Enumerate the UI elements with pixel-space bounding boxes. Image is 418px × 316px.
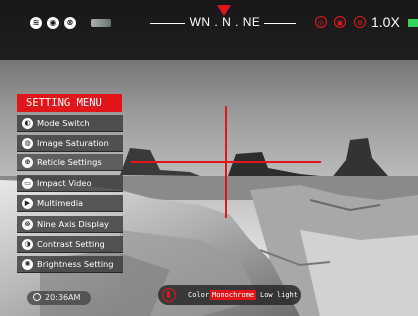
image-saturation-icon: ◍ — [22, 138, 33, 149]
wifi-icon[interactable]: ≋ — [30, 17, 42, 29]
reticle-icon: ⊕ — [22, 157, 33, 168]
top-status-bar: ≋ ◉ ⊗ WN . N . NE ◎ ▣ ⊙ 1.0X — [0, 0, 418, 40]
photo-red-icon[interactable]: ◎ — [315, 16, 327, 28]
record-icon[interactable]: ⊗ — [64, 17, 76, 29]
mode-switch-icon: ◐ — [22, 118, 33, 129]
time-display: 20:36AM — [27, 291, 91, 305]
impact-video-icon: ▭ — [22, 178, 33, 189]
menu-item-multimedia[interactable]: ▶ Multimedia — [17, 195, 123, 212]
menu-item-impact-video[interactable]: ▭ Impact Video — [17, 175, 123, 192]
settings-red-icon[interactable]: ⊙ — [354, 16, 366, 28]
zoom-level: 1.0X — [371, 14, 400, 30]
nine-axis-icon: ⊗ — [22, 219, 33, 230]
color-mode-option-monochrome[interactable]: Monochrome — [210, 290, 257, 300]
compass-line-right — [264, 23, 296, 24]
color-mode-option-low-light[interactable]: Low light — [258, 290, 300, 300]
color-mode-icon — [162, 288, 176, 302]
menu-item-label: Contrast Setting — [37, 239, 105, 249]
multimedia-icon: ▶ — [22, 198, 33, 209]
compass-heading: WN . N . NE — [189, 15, 261, 29]
battery-level-icon — [408, 19, 418, 27]
menu-item-label: Nine Axis Display — [37, 219, 109, 229]
menu-item-reticle-settings[interactable]: ⊕ Reticle Settings — [17, 154, 123, 171]
time-text: 20:36AM — [45, 293, 81, 302]
contrast-icon: ◑ — [22, 239, 33, 250]
color-mode-option-color[interactable]: Color — [186, 290, 211, 300]
menu-item-label: Mode Switch — [37, 118, 90, 128]
menu-item-contrast-setting[interactable]: ◑ Contrast Setting — [17, 236, 123, 253]
compass-line-left — [150, 23, 185, 24]
menu-item-mode-switch[interactable]: ◐ Mode Switch — [17, 115, 123, 132]
menu-item-label: Brightness Setting — [37, 259, 114, 269]
menu-item-label: Reticle Settings — [37, 157, 102, 167]
brightness-icon: ✺ — [22, 259, 33, 270]
setting-menu-title: SETTING MENU — [17, 94, 122, 112]
menu-item-label: Multimedia — [37, 198, 84, 208]
menu-item-brightness-setting[interactable]: ✺ Brightness Setting — [17, 256, 123, 273]
color-mode-selector[interactable]: Color Monochrome Low light — [158, 285, 301, 305]
menu-item-nine-axis-display[interactable]: ⊗ Nine Axis Display — [17, 216, 123, 233]
camera-icon[interactable]: ◉ — [47, 17, 59, 29]
menu-item-image-saturation[interactable]: ◍ Image Saturation — [17, 135, 123, 152]
menu-item-label: Image Saturation — [37, 138, 109, 148]
video-red-icon[interactable]: ▣ — [334, 16, 346, 28]
reticle-vertical-line — [225, 106, 227, 218]
menu-item-label: Impact Video — [37, 178, 92, 188]
battery-icon — [91, 19, 111, 27]
clock-icon — [33, 293, 41, 301]
